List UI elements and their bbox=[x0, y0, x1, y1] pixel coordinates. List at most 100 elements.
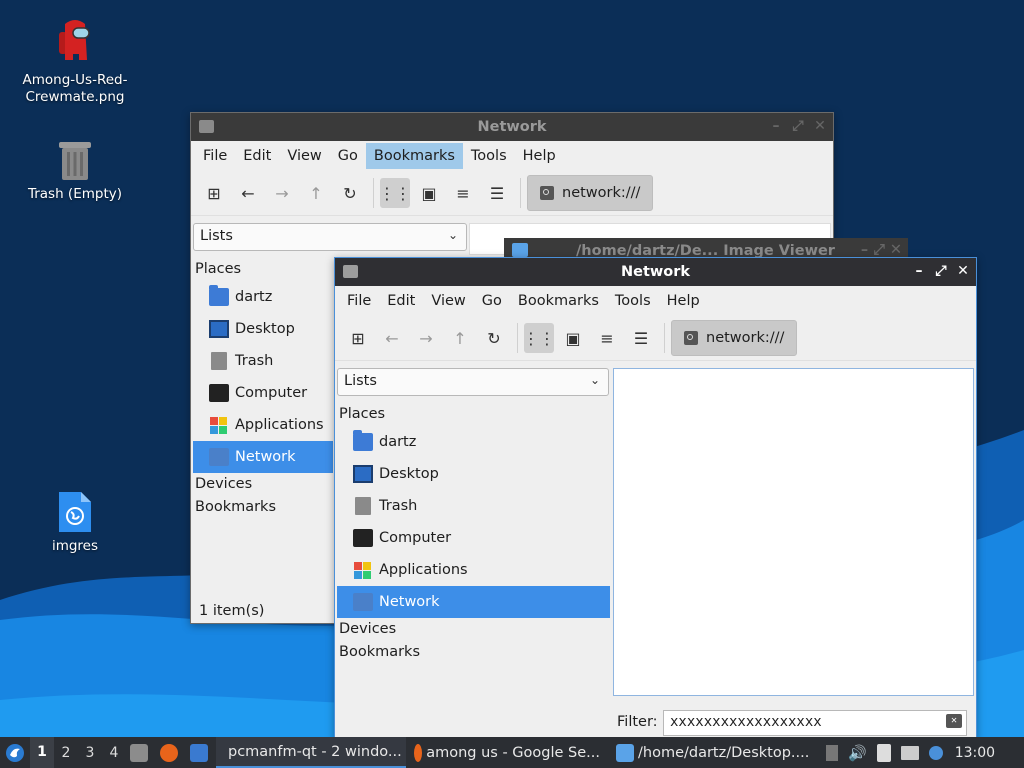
menu-go[interactable]: Go bbox=[330, 143, 366, 169]
up-arrow-icon[interactable]: ↑ bbox=[445, 323, 475, 353]
firefox-icon[interactable] bbox=[160, 743, 178, 762]
back-arrow-icon[interactable]: ← bbox=[233, 178, 263, 208]
network-tray-icon[interactable] bbox=[900, 745, 919, 760]
compact-view-icon[interactable]: ≡ bbox=[592, 323, 622, 353]
filter-value: xxxxxxxxxxxxxxxxxx bbox=[670, 714, 822, 730]
icon-view-icon[interactable]: ⋮⋮ bbox=[523, 323, 555, 353]
file-manager-window-front[interactable]: Network – ⤢ ✕ File Edit View Go Bookmark… bbox=[334, 257, 977, 739]
start-menu-icon[interactable] bbox=[5, 743, 25, 763]
workspace-2[interactable]: 2 bbox=[54, 745, 78, 761]
maximize-icon[interactable]: ⤢ bbox=[791, 118, 805, 134]
menu-bookmarks[interactable]: Bookmarks bbox=[365, 143, 463, 169]
menu-help[interactable]: Help bbox=[659, 288, 708, 314]
detailed-list-view-icon[interactable]: ☰ bbox=[626, 323, 656, 353]
desktop-icon-among-us[interactable]: Among-Us-Red- Crewmate.png bbox=[15, 18, 135, 106]
update-notifier-icon[interactable] bbox=[928, 745, 943, 760]
image-viewer-icon bbox=[512, 243, 528, 257]
filter-input[interactable]: xxxxxxxxxxxxxxxxxx ✕ bbox=[663, 710, 967, 736]
menu-bookmarks[interactable]: Bookmarks bbox=[510, 288, 607, 314]
menu-help[interactable]: Help bbox=[515, 143, 564, 169]
desktop-icon bbox=[353, 465, 373, 483]
side-pane-mode-select[interactable]: Lists ⌄ bbox=[193, 223, 467, 251]
place-computer[interactable]: Computer bbox=[193, 377, 333, 409]
workspace-3[interactable]: 3 bbox=[78, 745, 102, 761]
place-dartz[interactable]: dartz bbox=[337, 426, 610, 458]
window-titlebar[interactable]: Network – ⤢ ✕ bbox=[191, 113, 833, 141]
side-pane-mode-select[interactable]: Lists ⌄ bbox=[337, 368, 609, 396]
clear-filter-icon[interactable]: ✕ bbox=[946, 714, 962, 728]
place-applications[interactable]: Applications bbox=[337, 554, 610, 586]
file-list-pane[interactable] bbox=[613, 368, 974, 696]
volume-icon[interactable]: 🔊 bbox=[848, 744, 867, 762]
menu-tools[interactable]: Tools bbox=[607, 288, 659, 314]
place-trash[interactable]: Trash bbox=[193, 345, 333, 377]
reload-icon[interactable]: ↻ bbox=[479, 323, 509, 353]
menu-file[interactable]: File bbox=[339, 288, 379, 314]
new-tab-icon[interactable]: ⊞ bbox=[343, 323, 373, 353]
menu-bar: File Edit View Go Bookmarks Tools Help bbox=[335, 286, 976, 316]
maximize-icon[interactable]: ⤢ bbox=[934, 263, 948, 279]
compact-view-icon[interactable]: ≡ bbox=[448, 178, 478, 208]
clipboard-icon[interactable] bbox=[876, 743, 891, 762]
thumbnail-view-icon[interactable]: ▣ bbox=[558, 323, 588, 353]
menu-edit[interactable]: Edit bbox=[235, 143, 279, 169]
close-icon[interactable]: ✕ bbox=[813, 118, 827, 134]
place-applications[interactable]: Applications bbox=[193, 409, 333, 441]
place-label: Computer bbox=[235, 385, 308, 401]
thumbnail-view-icon[interactable]: ▣ bbox=[414, 178, 444, 208]
detailed-list-view-icon[interactable]: ☰ bbox=[482, 178, 512, 208]
menu-tools[interactable]: Tools bbox=[463, 143, 515, 169]
path-button[interactable]: network:/// bbox=[527, 175, 654, 211]
task-pcmanfm[interactable]: pcmanfm-qt - 2 windo... bbox=[216, 737, 406, 768]
workspace-1[interactable]: 1 bbox=[30, 737, 54, 768]
place-computer[interactable]: Computer bbox=[337, 522, 610, 554]
place-desktop[interactable]: Desktop bbox=[337, 458, 610, 490]
new-tab-icon[interactable]: ⊞ bbox=[199, 178, 229, 208]
devices-header[interactable]: Devices bbox=[193, 473, 333, 496]
up-arrow-icon[interactable]: ↑ bbox=[301, 178, 331, 208]
workspace-4[interactable]: 4 bbox=[102, 745, 126, 761]
window-titlebar[interactable]: Network – ⤢ ✕ bbox=[335, 258, 976, 286]
bookmarks-header[interactable]: Bookmarks bbox=[193, 496, 333, 519]
places-header[interactable]: Places bbox=[193, 258, 333, 281]
reload-icon[interactable]: ↻ bbox=[335, 178, 365, 208]
close-icon[interactable]: ✕ bbox=[956, 263, 970, 279]
menu-go[interactable]: Go bbox=[474, 288, 510, 314]
place-network[interactable]: Network bbox=[337, 586, 610, 618]
toolbar-separator bbox=[520, 178, 521, 208]
back-arrow-icon[interactable]: ← bbox=[377, 323, 407, 353]
show-desktop-icon[interactable] bbox=[190, 743, 208, 762]
chevron-down-icon: ⌄ bbox=[447, 228, 458, 242]
forward-arrow-icon[interactable]: → bbox=[411, 323, 441, 353]
minimize-icon[interactable]: – bbox=[769, 118, 783, 134]
clock[interactable]: 13:00 bbox=[955, 745, 995, 761]
place-desktop[interactable]: Desktop bbox=[193, 313, 333, 345]
bookmarks-header[interactable]: Bookmarks bbox=[337, 641, 610, 664]
desktop-icon-label-line2: Crewmate.png bbox=[25, 89, 125, 105]
icon-view-icon[interactable]: ⋮⋮ bbox=[379, 178, 411, 208]
place-trash[interactable]: Trash bbox=[337, 490, 610, 522]
place-label: Applications bbox=[379, 562, 468, 578]
menu-view[interactable]: View bbox=[423, 288, 473, 314]
place-network[interactable]: Network bbox=[193, 441, 333, 473]
menu-view[interactable]: View bbox=[279, 143, 329, 169]
path-button[interactable]: network:/// bbox=[671, 320, 798, 356]
menu-file[interactable]: File bbox=[195, 143, 235, 169]
web-file-icon bbox=[59, 492, 91, 532]
desktop-icon-imgres[interactable]: imgres bbox=[15, 490, 135, 555]
status-bar: 1 item(s) bbox=[199, 603, 265, 619]
place-dartz[interactable]: dartz bbox=[193, 281, 333, 313]
image-viewer-controls: – ⤢ ✕ bbox=[860, 242, 902, 258]
desktop-icon-trash[interactable]: Trash (Empty) bbox=[15, 138, 135, 203]
places-header[interactable]: Places bbox=[337, 403, 610, 426]
minimize-icon[interactable]: – bbox=[912, 263, 926, 279]
network-drive-icon bbox=[540, 186, 554, 200]
devices-header[interactable]: Devices bbox=[337, 618, 610, 641]
file-manager-launcher-icon[interactable] bbox=[130, 743, 148, 762]
scroll-tray-icon[interactable] bbox=[826, 744, 838, 761]
task-image-viewer[interactable]: /home/dartz/Desktop.... bbox=[608, 737, 820, 768]
forward-arrow-icon[interactable]: → bbox=[267, 178, 297, 208]
menu-edit[interactable]: Edit bbox=[379, 288, 423, 314]
task-firefox[interactable]: among us - Google Se... bbox=[406, 737, 608, 768]
place-label: Computer bbox=[379, 530, 452, 546]
